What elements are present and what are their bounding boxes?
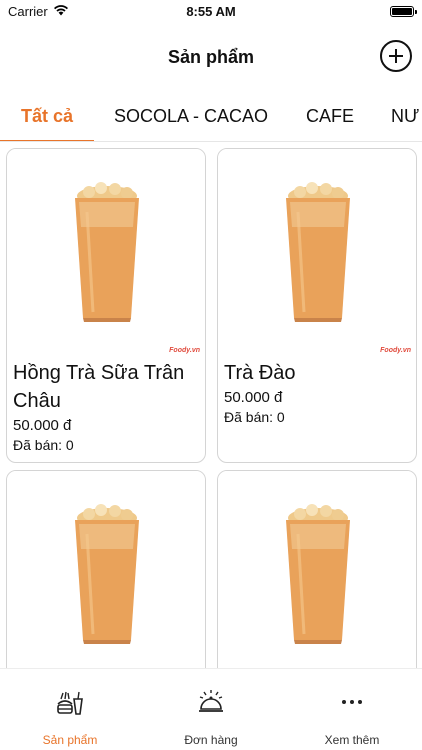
tab-bar-label: Xem thêm bbox=[324, 733, 380, 747]
tab-bar-label: Sản phẩm bbox=[42, 733, 98, 747]
product-price: 50.000 đ bbox=[13, 417, 72, 434]
product-name: Trà Đào bbox=[224, 362, 296, 384]
tab-bar-label: Đơn hàng bbox=[184, 733, 238, 747]
carrier-label: Carrier bbox=[8, 3, 48, 19]
product-grid: Foody.vn Hồng Trà Sữa Trân Châu 50.000 đ… bbox=[0, 146, 422, 668]
more-dots-icon bbox=[337, 687, 367, 717]
plus-circle-icon bbox=[389, 49, 403, 63]
page-title: Sản phẩm bbox=[167, 46, 255, 67]
category-tabs: Tất cả SOCOLA - CACAO CAFE NƯ bbox=[0, 92, 422, 142]
product-image bbox=[218, 149, 416, 354]
tab-nuoc[interactable]: NƯ bbox=[391, 92, 419, 141]
product-image bbox=[7, 149, 205, 354]
status-left: Carrier bbox=[8, 4, 69, 19]
tab-socola-cacao[interactable]: SOCOLA - CACAO bbox=[114, 92, 268, 141]
status-bar: Carrier 8:55 AM bbox=[0, 0, 422, 22]
tab-cafe[interactable]: CAFE bbox=[306, 92, 354, 141]
tab-bar-more[interactable]: Xem thêm bbox=[282, 669, 422, 750]
product-sold-count: Đã bán: 0 bbox=[13, 437, 74, 453]
tab-bar-products[interactable]: Sản phẩm bbox=[0, 669, 140, 750]
product-card[interactable] bbox=[6, 470, 206, 668]
product-image bbox=[218, 471, 416, 668]
product-card[interactable]: Foody.vn Trà Đào 50.000 đ Đã bán: 0 bbox=[217, 148, 417, 463]
product-info: Trà Đào 50.000 đ Đã bán: 0 bbox=[224, 359, 412, 425]
product-card[interactable] bbox=[217, 470, 417, 668]
product-image bbox=[7, 471, 205, 668]
add-product-button[interactable] bbox=[380, 40, 412, 72]
watermark-label: Foody.vn bbox=[380, 347, 411, 354]
product-sold-count: Đã bán: 0 bbox=[224, 409, 285, 425]
bottom-tab-bar: Sản phẩm Đơn hàng Xem thêm bbox=[0, 668, 422, 750]
wifi-icon bbox=[53, 4, 69, 19]
food-icon bbox=[55, 687, 85, 717]
product-name: Hồng Trà Sữa Trân Châu bbox=[13, 362, 185, 412]
product-info: Hồng Trà Sữa Trân Châu 50.000 đ Đã bán: … bbox=[13, 359, 201, 453]
product-price: 50.000 đ bbox=[224, 389, 283, 406]
tab-bar-orders[interactable]: Đơn hàng bbox=[141, 669, 281, 750]
product-card[interactable]: Foody.vn Hồng Trà Sữa Trân Châu 50.000 đ… bbox=[6, 148, 206, 463]
tab-all[interactable]: Tất cả bbox=[0, 92, 94, 141]
watermark-label: Foody.vn bbox=[169, 347, 200, 354]
battery-icon bbox=[390, 5, 417, 17]
nav-bar: Sản phẩm bbox=[0, 22, 422, 92]
service-bell-icon bbox=[196, 687, 226, 717]
